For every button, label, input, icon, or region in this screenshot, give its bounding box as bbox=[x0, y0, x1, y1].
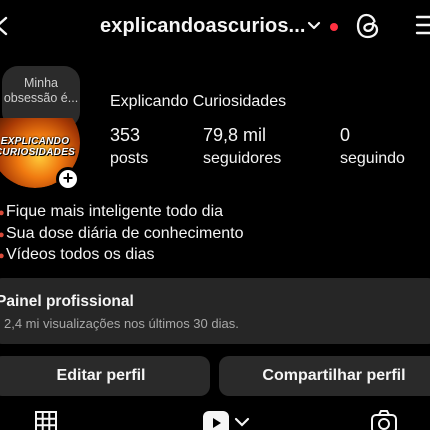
stat-posts-label: posts bbox=[110, 150, 149, 167]
bio-line: ●Sua dose diária de conhecimento bbox=[0, 224, 244, 242]
tagged-icon[interactable] bbox=[370, 410, 398, 430]
chevron-down-icon[interactable] bbox=[306, 19, 322, 33]
edit-profile-button[interactable]: Editar perfil bbox=[0, 356, 210, 396]
profile-username[interactable]: explicandoascurios... bbox=[100, 15, 306, 38]
note-text: Minha obsessão é... bbox=[3, 76, 79, 105]
bio-line: ●Vídeos todos os dias bbox=[0, 246, 155, 263]
back-arrow-icon[interactable] bbox=[0, 16, 8, 36]
reels-icon[interactable] bbox=[202, 410, 254, 430]
avatar-logo-line2: CURIOSIDADES bbox=[0, 147, 76, 158]
threads-icon[interactable] bbox=[355, 12, 381, 40]
stat-following[interactable]: 0 seguindo bbox=[340, 124, 405, 170]
dashboard-title: Painel profissional bbox=[0, 293, 134, 310]
top-bar: explicandoascurios... bbox=[0, 0, 430, 54]
profile-bio: ●Fique mais inteligente todo dia ●Sua do… bbox=[0, 202, 244, 267]
stat-posts-value: 353 bbox=[110, 125, 141, 145]
grid-icon[interactable] bbox=[34, 410, 58, 430]
stat-following-value: 0 bbox=[340, 125, 351, 145]
dashboard-subtitle: 2,4 mi visualizações nos últimos 30 dias… bbox=[4, 316, 239, 331]
stat-posts[interactable]: 353 posts bbox=[110, 124, 148, 170]
bio-line: ●Fique mais inteligente todo dia bbox=[0, 203, 224, 220]
profile-display-name: Explicando Curiosidades bbox=[110, 93, 287, 110]
avatar-logo-line1: EXPLICANDO bbox=[0, 136, 70, 147]
add-story-button[interactable]: + bbox=[56, 167, 80, 191]
menu-icon[interactable] bbox=[414, 14, 430, 36]
stat-following-label: seguindo bbox=[340, 150, 405, 167]
professional-dashboard-card[interactable] bbox=[0, 278, 430, 344]
stat-followers[interactable]: 79,8 mil seguidores bbox=[203, 124, 281, 170]
notification-dot bbox=[330, 23, 338, 31]
stat-followers-value: 79,8 mil bbox=[203, 125, 267, 145]
share-profile-button[interactable]: Compartilhar perfil bbox=[219, 356, 430, 396]
stat-followers-label: seguidores bbox=[203, 150, 282, 167]
